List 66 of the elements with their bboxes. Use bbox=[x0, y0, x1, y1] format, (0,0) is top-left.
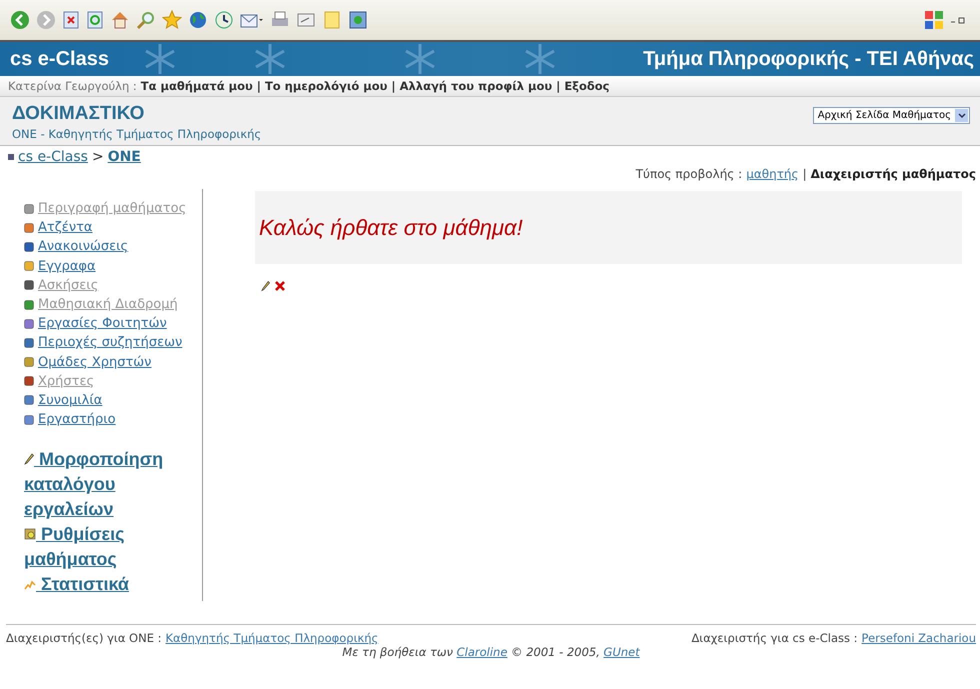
line-chart-icon bbox=[24, 580, 36, 590]
tool-link[interactable]: Περιοχές συζητήσεων bbox=[38, 335, 182, 350]
tool-icon bbox=[24, 357, 34, 368]
credits-link[interactable]: GUnet bbox=[604, 645, 640, 659]
tool-icon bbox=[24, 414, 34, 425]
messenger-icon[interactable] bbox=[348, 10, 368, 30]
student-view-link[interactable]: μαθητής bbox=[746, 167, 799, 181]
tool-icon bbox=[24, 280, 34, 290]
home-icon[interactable] bbox=[110, 10, 130, 30]
tool-link[interactable]: Εργαστήριο bbox=[38, 412, 116, 428]
separator: | bbox=[802, 167, 807, 181]
breadcrumb-separator: > bbox=[92, 149, 104, 165]
site-admin-link[interactable]: Persefoni Zachariou bbox=[862, 631, 976, 645]
page-select[interactable]: Αρχική Σελίδα Μαθήματος bbox=[812, 107, 970, 124]
breadcrumb-link[interactable]: ONE bbox=[108, 149, 141, 165]
globe-icon[interactable] bbox=[188, 10, 208, 30]
delete-icon[interactable] bbox=[274, 280, 286, 292]
tool-icon bbox=[24, 338, 34, 348]
tool-icon bbox=[24, 261, 34, 272]
search-icon[interactable] bbox=[136, 10, 156, 30]
course-subtitle: ONE - Καθηγητής Τμήματος Πληροφορικής bbox=[12, 127, 262, 141]
history-icon[interactable] bbox=[214, 10, 234, 30]
credits-link[interactable]: Claroline bbox=[456, 645, 508, 659]
tool-icon bbox=[24, 376, 34, 386]
tool-icon bbox=[24, 395, 34, 406]
star-icon[interactable] bbox=[162, 10, 182, 30]
breadcrumb-link[interactable]: cs e-Class bbox=[18, 149, 88, 165]
course-title: ΔΟΚΙΜΑΣΤΙΚΟ bbox=[12, 103, 146, 125]
tool-icon bbox=[24, 318, 34, 329]
current-view-mode: Διαχειριστής μαθήματος bbox=[810, 167, 976, 181]
separator: | bbox=[391, 79, 396, 93]
tool-link[interactable]: Ανακοινώσεις bbox=[38, 239, 128, 254]
tool-link[interactable]: Συνομιλία bbox=[38, 392, 102, 408]
pencil-icon bbox=[24, 453, 34, 466]
nav-link[interactable]: Εξοδος bbox=[564, 79, 610, 93]
site-admin-label: Διαχειριστής για cs e-Class : bbox=[691, 631, 858, 645]
bullet-icon bbox=[8, 154, 14, 160]
welcome-message: Καλώς ήρθατε στο μάθημα! bbox=[259, 214, 523, 240]
nav-link[interactable]: Το ημερολόγιό μου bbox=[264, 79, 388, 93]
back-icon[interactable] bbox=[10, 10, 30, 30]
credits-text: Με τη βοήθεια των Claroline © 2001 - 2005, GUnet bbox=[341, 645, 641, 659]
windows-logo-icon bbox=[924, 10, 944, 30]
tool-icon bbox=[24, 222, 34, 233]
refresh-icon[interactable] bbox=[86, 11, 104, 29]
nav-link[interactable]: Αλλαγή του προφίλ μου bbox=[400, 79, 552, 93]
tool-icon bbox=[24, 242, 34, 252]
separator: | bbox=[556, 79, 560, 93]
course-admin-link[interactable]: Καθηγητής Τμήματος Πληροφορικής bbox=[166, 631, 378, 645]
site-name: cs e-Class bbox=[10, 48, 109, 70]
department-name: Τμήμα Πληροφορικής - ΤΕΙ Αθήνας bbox=[643, 48, 974, 70]
admin-link[interactable]: Ρυθμίσεις μαθήματος bbox=[24, 522, 184, 572]
tool-link[interactable]: Εργασίες Φοιτητών bbox=[38, 316, 167, 332]
nav-link[interactable]: Τα μαθήματά μου bbox=[140, 79, 253, 93]
user-name: Κατερίνα Γεωργούλη : bbox=[8, 79, 137, 93]
pencil-icon[interactable] bbox=[261, 280, 270, 292]
tool-link[interactable]: Ομάδες Χρηστών bbox=[38, 354, 152, 370]
separator: | bbox=[256, 79, 261, 93]
tool-link[interactable]: Ατζέντα bbox=[38, 220, 92, 236]
tool-icon bbox=[24, 204, 34, 214]
view-mode-label: Τύπος προβολής : bbox=[636, 167, 742, 181]
admin-link[interactable]: Μορφοποίηση καταλόγου εργαλείων bbox=[24, 447, 184, 522]
course-admins-label: Διαχειριστής(ες) για ONE : bbox=[6, 631, 162, 645]
stop-icon[interactable] bbox=[62, 11, 80, 29]
tool-link[interactable]: Εγγραφα bbox=[38, 258, 96, 274]
admin-link[interactable]: Στατιστικά bbox=[24, 572, 184, 598]
tool-icon bbox=[24, 300, 34, 310]
